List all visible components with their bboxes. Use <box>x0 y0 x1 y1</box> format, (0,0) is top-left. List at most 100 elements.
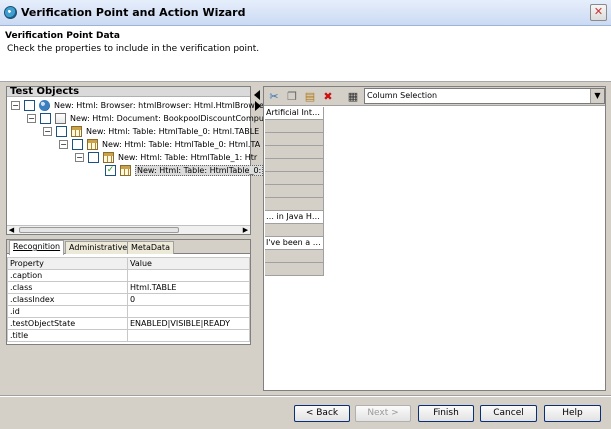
grid-toolbar: ✂ ❐ ▤ ✖ ▦ Column Selection ▼ <box>264 87 605 106</box>
property-value: 0 <box>127 293 250 306</box>
table-header-row: Property Value <box>7 257 250 270</box>
finish-button[interactable]: Finish <box>418 405 474 422</box>
wizard-icon <box>4 6 17 19</box>
scroll-left-icon[interactable]: ◀ <box>7 226 16 234</box>
footer-divider <box>0 395 611 397</box>
grid-cell[interactable] <box>265 120 324 133</box>
tree-item[interactable]: − New: Html: Table: HtmlTable_0: Html.TA… <box>43 124 259 138</box>
next-button[interactable]: Next > <box>355 405 411 422</box>
page-description: Check the properties to include in the v… <box>7 44 260 54</box>
delete-icon[interactable]: ✖ <box>321 90 335 104</box>
test-objects-panel: Test Objects − New: Html: Browser: htmlB… <box>6 86 267 235</box>
tree-checkbox-checked[interactable]: ✓ <box>105 164 116 176</box>
grid-cell[interactable] <box>265 146 324 159</box>
property-name: .testObjectState <box>7 317 128 330</box>
grid-cell[interactable]: … in Java H… <box>265 211 324 224</box>
tab-recognition[interactable]: Recognition <box>9 240 65 255</box>
collapse-icon[interactable]: − <box>11 100 20 110</box>
grid-cell[interactable] <box>265 263 324 276</box>
wizard-header: Verification Point Data Check the proper… <box>0 26 611 82</box>
grid-cell[interactable] <box>265 159 324 172</box>
grid-cell[interactable] <box>265 172 324 185</box>
globe-icon <box>39 99 50 111</box>
column-header-value: Value <box>127 257 250 270</box>
window-title: Verification Point and Action Wizard <box>21 6 246 19</box>
property-name: .caption <box>7 269 128 282</box>
table-row[interactable]: .classIndex 0 <box>7 293 250 306</box>
chevron-down-icon[interactable]: ▼ <box>590 89 604 103</box>
property-name: .id <box>7 305 128 318</box>
data-grid-panel: ✂ ❐ ▤ ✖ ▦ Column Selection ▼ Artificial … <box>263 86 606 391</box>
scrollbar-thumb[interactable] <box>19 227 179 233</box>
document-icon <box>55 112 66 124</box>
tree-item-label: New: Html: Table: HtmlTable_1: Htr <box>118 152 258 162</box>
tab-metadata[interactable]: MetaData <box>127 241 174 254</box>
cancel-button[interactable]: Cancel <box>480 405 537 422</box>
paste-icon[interactable]: ▤ <box>303 90 317 104</box>
collapse-left-icon[interactable] <box>254 90 260 100</box>
tree-checkbox[interactable] <box>88 151 99 163</box>
selection-mode-dropdown[interactable]: Column Selection ▼ <box>364 88 605 104</box>
tree-item-label: New: Html: Table: HtmlTable_0: <box>135 164 264 176</box>
collapse-icon[interactable]: − <box>59 139 68 149</box>
tree-item[interactable]: − New: Html: Table: HtmlTable_1: Htr <box>75 150 257 164</box>
collapse-icon[interactable]: − <box>27 113 36 123</box>
tree-item-label: New: Html: Table: HtmlTable_0: Html.TA <box>102 139 261 149</box>
properties-panel: Recognition Administrative MetaData Prop… <box>6 239 251 345</box>
grid-cell[interactable] <box>265 250 324 263</box>
tree-item-label: New: Html: Table: HtmlTable_0: Html.TABL… <box>86 126 260 136</box>
property-value <box>127 305 250 318</box>
table-row[interactable]: .testObjectState ENABLED|VISIBLE|READY <box>7 317 250 330</box>
property-name: .class <box>7 281 128 294</box>
property-value: ENABLED|VISIBLE|READY <box>127 317 250 330</box>
tree-checkbox[interactable] <box>40 112 51 124</box>
tree-checkbox[interactable] <box>24 99 35 111</box>
tree-item-selected[interactable]: ✓ New: Html: Table: HtmlTable_0: <box>105 163 264 177</box>
expand-right-icon[interactable] <box>255 101 261 111</box>
property-value: Html.TABLE <box>127 281 250 294</box>
tree-checkbox[interactable] <box>72 138 83 150</box>
tree-item-label: New: Html: Browser: htmlBrowser: Html.Ht… <box>54 100 264 110</box>
test-objects-header: Test Objects <box>7 87 250 97</box>
back-button[interactable]: < Back <box>294 405 350 422</box>
table-row[interactable]: .class Html.TABLE <box>7 281 250 294</box>
panel-splitter[interactable] <box>252 86 262 391</box>
selection-mode-value: Column Selection <box>367 91 438 100</box>
property-name: .classIndex <box>7 293 128 306</box>
property-name: .title <box>7 329 128 342</box>
collapse-icon[interactable]: − <box>75 152 84 162</box>
grid-cell[interactable] <box>265 133 324 146</box>
table-row[interactable]: .id <box>7 305 250 318</box>
title-bar: Verification Point and Action Wizard ✕ <box>0 0 611 26</box>
table-row[interactable]: .caption <box>7 269 250 282</box>
grid-cell[interactable] <box>265 224 324 237</box>
tree-item[interactable]: − New: Html: Document: BookpoolDiscountC… <box>27 111 267 125</box>
data-grid: Artificial Int… … in Java H… I've been a… <box>265 107 324 276</box>
help-button[interactable]: Help <box>544 405 601 422</box>
tab-administrative[interactable]: Administrative <box>65 241 132 254</box>
page-title: Verification Point Data <box>5 31 120 41</box>
property-tabs: Recognition Administrative MetaData <box>7 240 250 255</box>
property-value <box>127 329 250 342</box>
table-row[interactable]: .title <box>7 329 250 342</box>
collapse-icon[interactable]: − <box>43 126 52 136</box>
properties-table: Property Value .caption .class Html.TABL… <box>7 257 250 342</box>
grid-cell[interactable]: I've been a … <box>265 237 324 250</box>
selection-mode-icon[interactable]: ▦ <box>346 90 360 104</box>
column-header-property: Property <box>7 257 128 270</box>
tree-item[interactable]: − New: Html: Table: HtmlTable_0: Html.TA <box>59 137 260 151</box>
grid-cell[interactable]: Artificial Int… <box>265 107 324 120</box>
close-button[interactable]: ✕ <box>590 4 607 21</box>
grid-cell[interactable] <box>265 185 324 198</box>
tree-item[interactable]: − New: Html: Browser: htmlBrowser: Html.… <box>11 98 264 112</box>
tree-checkbox[interactable] <box>56 125 67 137</box>
grid-cell[interactable] <box>265 198 324 211</box>
table-icon <box>71 125 82 137</box>
cut-icon[interactable]: ✂ <box>267 90 281 104</box>
property-value <box>127 269 250 282</box>
table-icon <box>103 151 114 163</box>
tree-item-label: New: Html: Document: BookpoolDiscountCom… <box>70 113 268 123</box>
scroll-right-icon[interactable]: ▶ <box>241 226 250 234</box>
copy-icon[interactable]: ❐ <box>285 90 299 104</box>
horizontal-scrollbar[interactable]: ◀ ▶ <box>7 225 250 234</box>
